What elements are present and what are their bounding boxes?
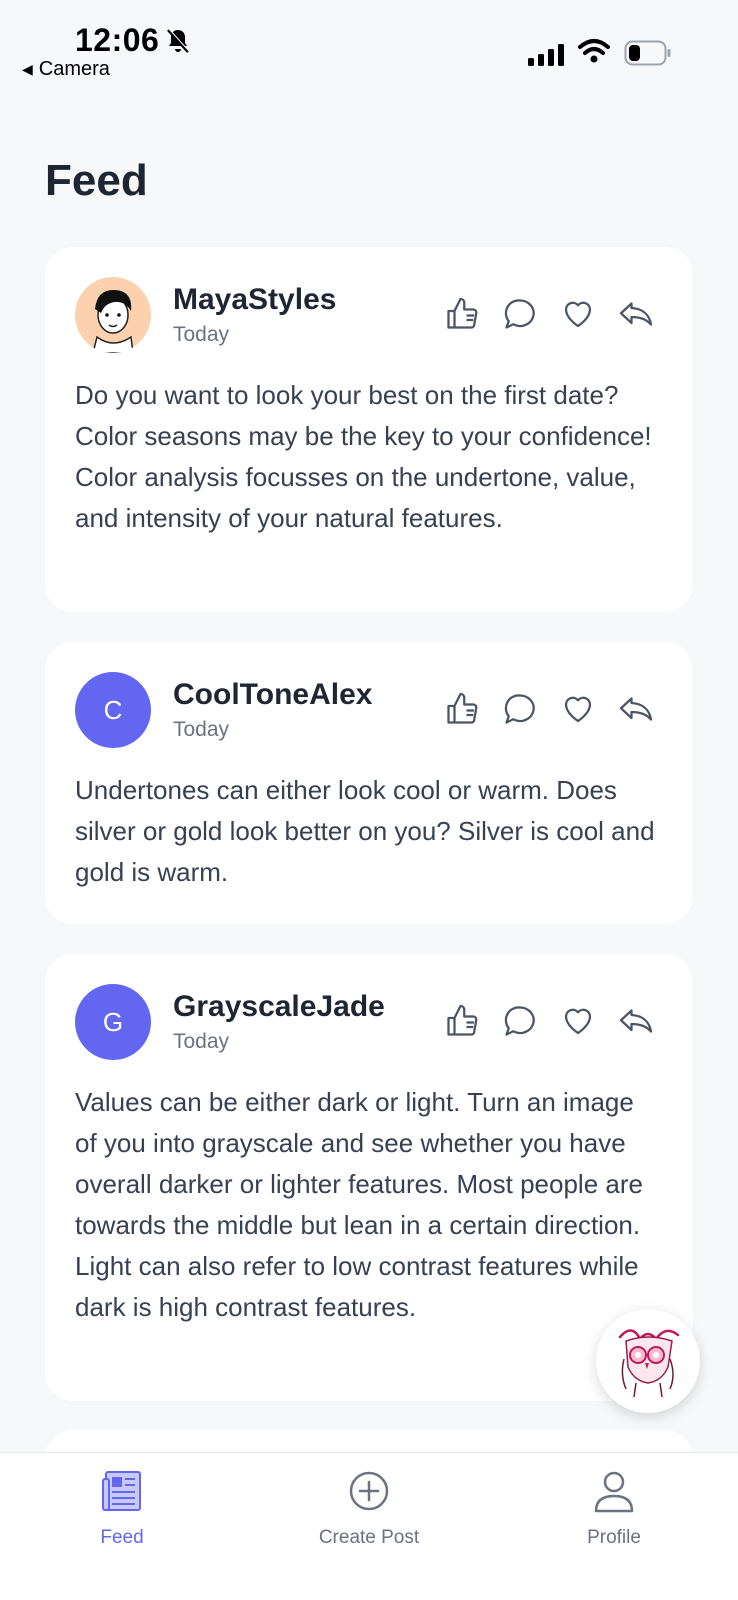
- back-triangle-icon: ◀: [22, 61, 33, 77]
- post-username[interactable]: GrayscaleJade: [173, 990, 385, 1024]
- post-body: Do you want to look your best on the fir…: [75, 380, 652, 533]
- post-body: Values can be either dark or light. Turn…: [75, 1087, 643, 1322]
- battery-icon: [624, 40, 671, 66]
- nav-label: Profile: [587, 1527, 641, 1548]
- back-app-label: Camera: [38, 58, 110, 80]
- status-bar: 12:06 ◀ Camera: [0, 0, 738, 100]
- avatar[interactable]: [75, 277, 151, 353]
- avatar[interactable]: C: [75, 672, 151, 748]
- avatar[interactable]: G: [75, 984, 151, 1060]
- share-icon[interactable]: [617, 1002, 655, 1040]
- status-time: 12:06: [75, 22, 160, 58]
- plus-circle-icon: [349, 1471, 389, 1511]
- comment-icon[interactable]: [501, 1002, 539, 1040]
- avatar-illustration: [92, 289, 134, 353]
- newspaper-icon: [102, 1471, 141, 1511]
- comment-icon[interactable]: [501, 690, 539, 728]
- comment-icon[interactable]: [501, 295, 539, 333]
- owl-mascot-button[interactable]: [596, 1309, 700, 1413]
- heart-icon[interactable]: [559, 295, 597, 333]
- bell-slash-icon: [167, 28, 190, 53]
- post-card: C CoolToneAlex Today Undertones can eith…: [45, 642, 693, 924]
- heart-icon[interactable]: [559, 1002, 597, 1040]
- nav-label: Create Post: [318, 1527, 420, 1548]
- owl-mascot-icon: [618, 1329, 680, 1398]
- cellular-signal-icon: [528, 44, 564, 66]
- nav-item-profile[interactable]: Profile: [514, 1469, 714, 1549]
- avatar-initial: G: [102, 1006, 124, 1037]
- share-icon[interactable]: [617, 690, 655, 728]
- back-to-app-link[interactable]: ◀ Camera: [22, 58, 110, 81]
- post-actions: [443, 295, 655, 333]
- nav-item-feed[interactable]: Feed: [22, 1469, 222, 1549]
- heart-icon[interactable]: [559, 690, 597, 728]
- nav-label: Feed: [100, 1527, 144, 1548]
- thumbs-up-icon[interactable]: [443, 690, 481, 728]
- post-username[interactable]: CoolToneAlex: [173, 678, 372, 712]
- user-icon: [594, 1471, 634, 1513]
- post-card: MayaStyles Today Do you want to look you…: [45, 247, 693, 612]
- post-actions: [443, 690, 655, 728]
- post-card: G GrayscaleJade Today Values can be eith…: [45, 954, 693, 1401]
- avatar-initial: C: [103, 694, 123, 725]
- post-timestamp: Today: [173, 1030, 230, 1053]
- thumbs-up-icon[interactable]: [443, 295, 481, 333]
- thumbs-up-icon[interactable]: [443, 1002, 481, 1040]
- bottom-nav: Feed Create Post Profile: [0, 1452, 738, 1600]
- post-actions: [443, 1002, 655, 1040]
- post-username[interactable]: MayaStyles: [173, 283, 336, 317]
- post-timestamp: Today: [173, 323, 230, 346]
- post-timestamp: Today: [173, 718, 230, 741]
- post-body: Undertones can either look cool or warm.…: [75, 775, 655, 887]
- page-title: Feed: [45, 156, 148, 205]
- wifi-icon: [578, 39, 610, 63]
- nav-item-create-post[interactable]: Create Post: [269, 1469, 469, 1549]
- share-icon[interactable]: [617, 295, 655, 333]
